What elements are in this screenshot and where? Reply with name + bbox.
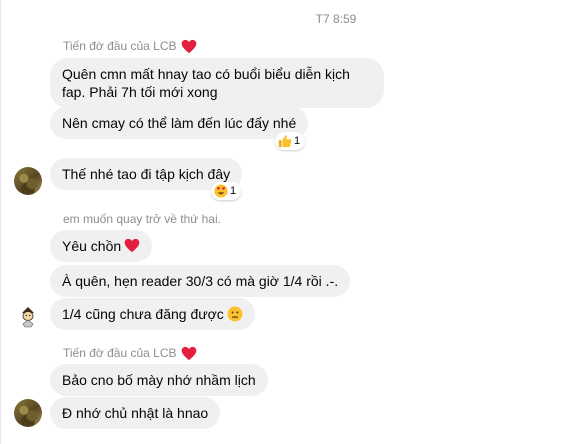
chat-thread: T7 8:59 Tiến đờ đầu của LCB Quên cmn mất… bbox=[0, 0, 588, 444]
sender-name: em muốn quay trở về thứ hai. bbox=[63, 211, 221, 227]
neutral-face-icon bbox=[227, 306, 243, 322]
cartoon-avatar-icon bbox=[14, 302, 42, 330]
thumbs-up-icon bbox=[278, 135, 292, 148]
avatar[interactable] bbox=[14, 167, 42, 195]
message-bubble[interactable]: Bảo cno bố mày nhớ nhầm lịch bbox=[50, 364, 268, 396]
message-timestamp: T7 8:59 bbox=[315, 12, 357, 26]
message-bubble[interactable]: 1/4 cũng chưa đăng được bbox=[50, 298, 255, 330]
message-bubble[interactable]: Quên cmn mất hnay tao có buổi biểu diễn … bbox=[50, 58, 384, 108]
sender-name: Tiến đờ đầu của LCB bbox=[63, 38, 197, 54]
sender-label: Tiến đờ đầu của LCB bbox=[63, 39, 177, 53]
message-text: Thế nhé tao đi tập kịch đây bbox=[62, 166, 231, 182]
avatar[interactable] bbox=[14, 399, 42, 427]
message-text: fap. Phải 7h tối mới xong bbox=[62, 84, 218, 100]
message-text: Nên cmay có thể làm đến lúc đấy nhé bbox=[62, 115, 297, 131]
sender-name: Tiến đờ đầu của LCB bbox=[63, 345, 197, 361]
reaction-badge[interactable]: 1 bbox=[211, 182, 242, 200]
message-text: Đ nhớ chủ nhật là hnao bbox=[62, 405, 209, 421]
message-text: Quên cmn mất hnay tao có buổi biểu diễn … bbox=[62, 66, 350, 82]
message-text: Yêu chồn bbox=[62, 238, 122, 254]
message-bubble[interactable]: Yêu chồn bbox=[50, 230, 153, 262]
reaction-count: 1 bbox=[230, 185, 237, 197]
heart-icon bbox=[181, 346, 196, 360]
heart-eyes-icon bbox=[214, 184, 228, 198]
message-text: Bảo cno bố mày nhớ nhầm lịch bbox=[62, 372, 256, 388]
heart-icon bbox=[124, 238, 140, 253]
reaction-count: 1 bbox=[294, 135, 301, 147]
reaction-badge[interactable]: 1 bbox=[275, 132, 306, 150]
avatar[interactable] bbox=[14, 302, 42, 330]
message-bubble[interactable]: Đ nhớ chủ nhật là hnao bbox=[50, 397, 221, 429]
sender-label: em muốn quay trở về thứ hai. bbox=[63, 212, 221, 226]
message-bubble[interactable]: À quên, hẹn reader 30/3 có mà giờ 1/4 rồ… bbox=[50, 265, 351, 297]
message-text: À quên, hẹn reader 30/3 có mà giờ 1/4 rồ… bbox=[62, 273, 339, 289]
heart-icon bbox=[181, 39, 196, 53]
sender-label: Tiến đờ đầu của LCB bbox=[63, 346, 177, 360]
message-text: 1/4 cũng chưa đăng được bbox=[62, 306, 224, 322]
message-bubble[interactable]: Nên cmay có thể làm đến lúc đấy nhé bbox=[50, 107, 309, 139]
